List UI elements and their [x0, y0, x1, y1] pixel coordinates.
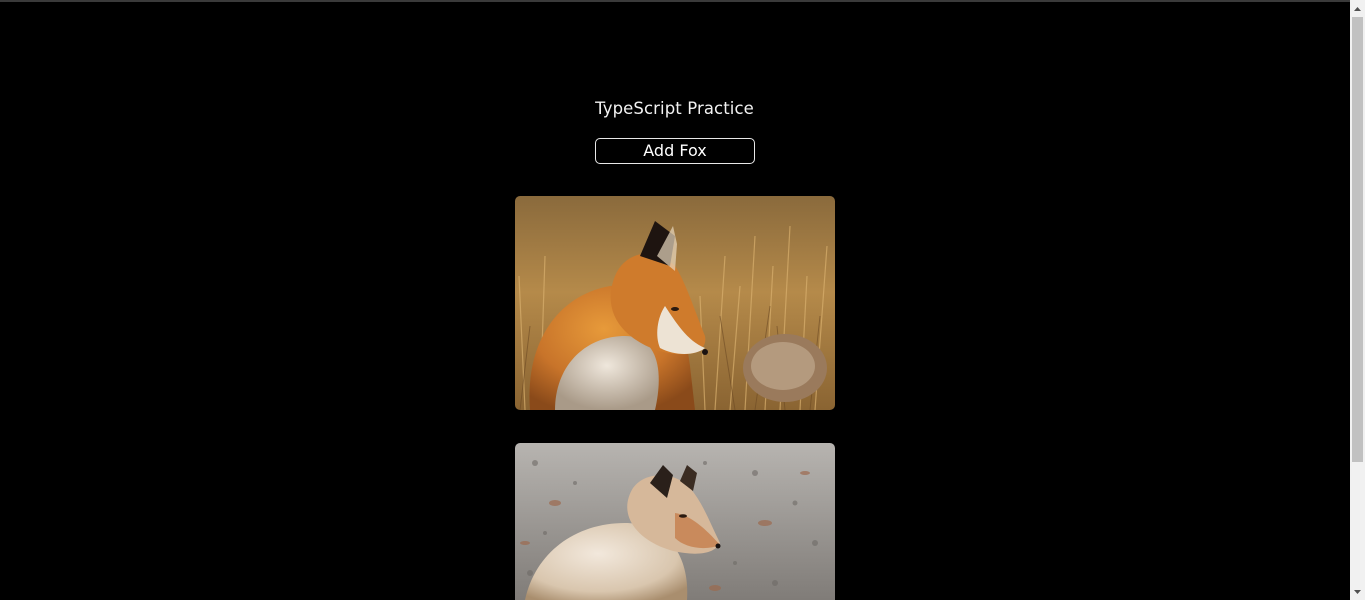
fox-image	[515, 443, 835, 600]
fox-image-card	[515, 196, 835, 410]
add-fox-button[interactable]: Add Fox	[595, 138, 755, 164]
triangle-down-icon[interactable]	[1350, 583, 1365, 600]
fox-image	[515, 196, 835, 410]
scrollbar-thumb[interactable]	[1352, 17, 1363, 462]
vertical-scrollbar[interactable]	[1350, 0, 1365, 600]
page-title: TypeScript Practice	[595, 99, 754, 118]
fox-image-card	[515, 443, 835, 600]
triangle-up-icon[interactable]	[1350, 0, 1365, 17]
